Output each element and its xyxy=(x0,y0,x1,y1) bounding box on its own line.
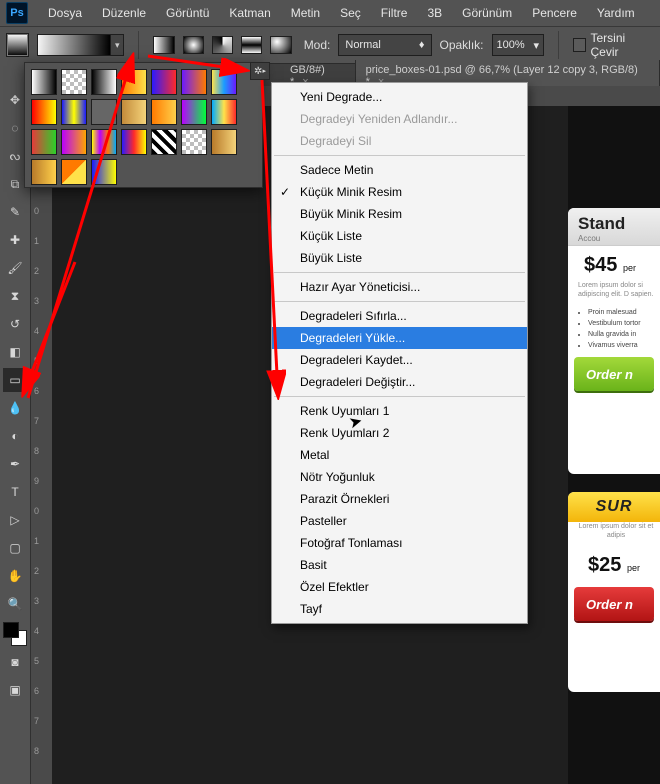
annotation-arrows xyxy=(0,0,660,784)
